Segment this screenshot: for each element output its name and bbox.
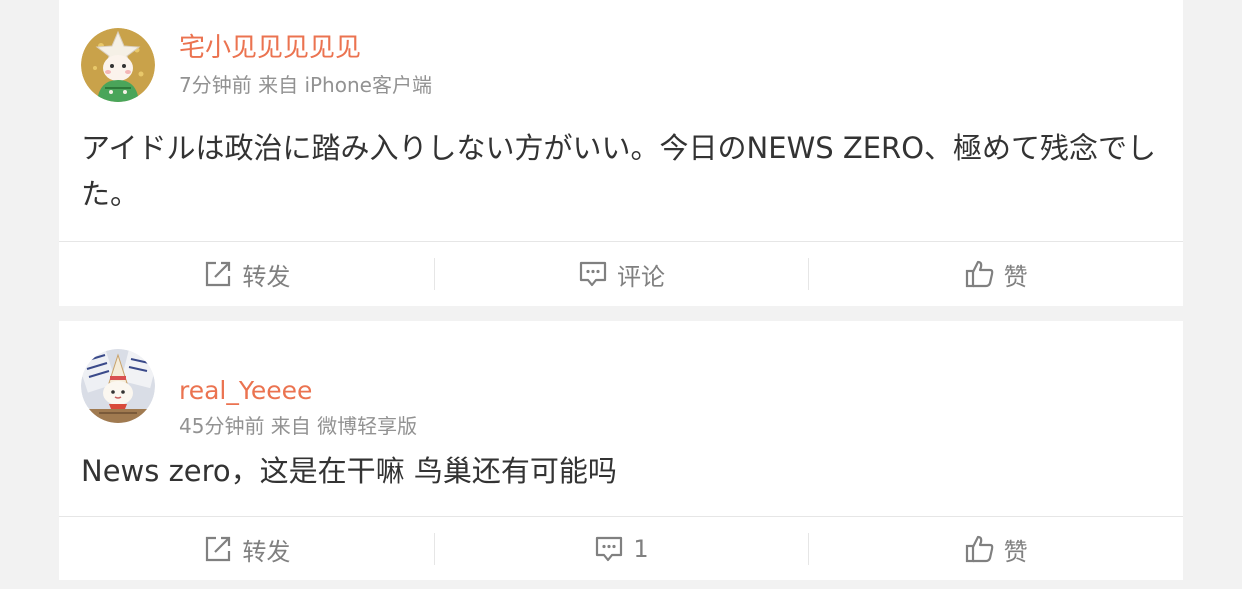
post-card: 宅小见见见见见 7分钟前 来自 iPhone客户端 アイドルは政治に踏み入りしな…	[59, 0, 1183, 306]
repost-icon	[202, 533, 234, 565]
like-label: 赞	[1003, 537, 1028, 566]
post-actions: 转发 1 赞	[59, 517, 1183, 581]
thumbs-up-icon	[964, 258, 996, 290]
thumbs-up-icon	[964, 533, 996, 565]
comment-icon	[577, 258, 609, 290]
repost-label: 转发	[242, 262, 291, 291]
comment-label: 评论	[617, 262, 665, 291]
repost-icon	[202, 258, 234, 290]
post-text: News zero，这是在干嘛 鸟巢还有可能吗	[81, 454, 617, 488]
comment-button[interactable]: 1	[433, 517, 809, 581]
post-text: アイドルは政治に踏み入りしない方がいい。今日のNEWS ZERO、極めて残念でし…	[81, 131, 1157, 211]
comment-count: 1	[633, 535, 649, 563]
like-button[interactable]: 赞	[808, 517, 1183, 581]
post-actions: 转发 评论 赞	[59, 242, 1183, 306]
post-card: real_Yeeee 45分钟前 来自 微博轻享版 News zero，这是在干…	[59, 321, 1183, 580]
repost-label: 转发	[242, 537, 291, 566]
comment-button[interactable]: 评论	[433, 242, 809, 306]
post-meta: 45分钟前 来自 微博轻享版	[179, 414, 418, 438]
star-hat-character-avatar	[81, 28, 155, 102]
party-hat-character-avatar	[81, 349, 155, 423]
like-button[interactable]: 赞	[808, 242, 1183, 306]
repost-button[interactable]: 转发	[59, 517, 434, 581]
weibo-feed: 宅小见见见见见 7分钟前 来自 iPhone客户端 アイドルは政治に踏み入りしな…	[0, 0, 1242, 589]
username[interactable]: real_Yeeee	[179, 375, 312, 407]
username[interactable]: 宅小见见见见见	[179, 32, 361, 64]
comment-icon	[593, 533, 625, 565]
like-label: 赞	[1003, 262, 1028, 291]
avatar[interactable]	[81, 349, 155, 423]
post-meta: 7分钟前 来自 iPhone客户端	[179, 73, 432, 97]
repost-button[interactable]: 转发	[59, 242, 434, 306]
avatar[interactable]	[81, 28, 155, 102]
